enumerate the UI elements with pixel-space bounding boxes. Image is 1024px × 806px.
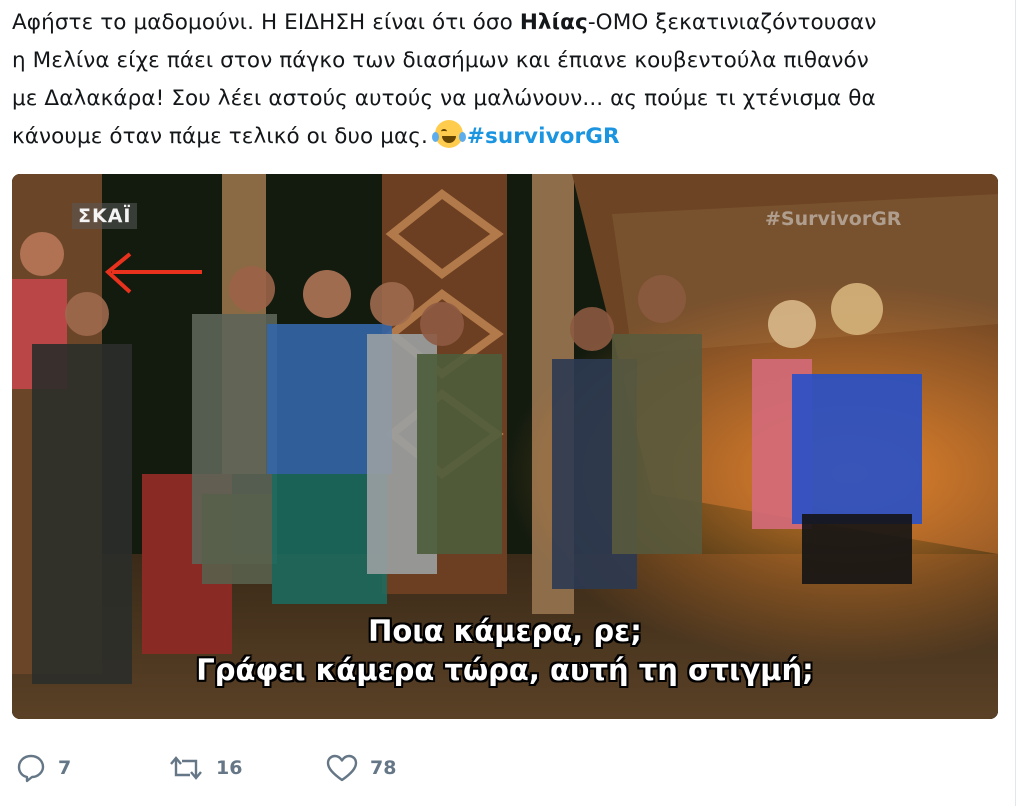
tear-icon bbox=[458, 132, 466, 142]
tweet-text-segment: Αφήστε το μαδομούνι. Η ΕΙΔΗΣΗ είναι ότι … bbox=[12, 10, 520, 35]
tweet-text-segment: κάνουμε όταν πάμε τελικό οι δυο μας. bbox=[12, 124, 428, 149]
subtitle-line-1: Ποια κάμερα, ρε; bbox=[368, 614, 642, 648]
like-button[interactable]: 78 bbox=[326, 748, 396, 788]
tweet-line-3: με Δαλακάρα! Σου λέει αστούς αυτούς να μ… bbox=[12, 86, 876, 111]
reply-count: 7 bbox=[58, 757, 72, 779]
subtitle-line-2: Γράφει κάμερα τώρα, αυτή τη στιγμή; bbox=[196, 653, 814, 687]
tweet-line-4: κάνουμε όταν πάμε τελικό οι δυο μας. #su… bbox=[12, 118, 1002, 156]
retweet-button[interactable]: 16 bbox=[168, 748, 242, 788]
like-count: 78 bbox=[370, 757, 397, 779]
tears-of-joy-emoji-icon bbox=[431, 120, 466, 148]
heart-icon bbox=[326, 754, 358, 782]
tweet-line-2: η Μελίνα είχε πάει στον πάγκο των διασήμ… bbox=[12, 48, 869, 73]
tweet-line-1: Αφήστε το μαδομούνι. Η ΕΙΔΗΣΗ είναι ότι … bbox=[12, 4, 1002, 42]
tweet-text: Αφήστε το μαδομούνι. Η ΕΙΔΗΣΗ είναι ότι … bbox=[12, 4, 1002, 156]
show-watermark: #SurvivorGR bbox=[765, 208, 902, 230]
channel-logo: ΣΚΑΪ bbox=[72, 203, 138, 229]
tweet-text-segment: -ΟΜΟ ξεκατινιαζόντουσαν bbox=[587, 10, 877, 35]
retweet-count: 16 bbox=[216, 757, 243, 779]
timeline-border bbox=[1015, 0, 1016, 806]
tweet-text-bold: Ηλίας bbox=[519, 10, 588, 35]
hashtag-link[interactable]: #survivorGR bbox=[467, 124, 620, 149]
retweet-icon bbox=[170, 756, 202, 780]
reply-button[interactable]: 7 bbox=[16, 748, 71, 788]
reply-icon bbox=[17, 754, 45, 783]
tear-icon bbox=[431, 132, 439, 142]
